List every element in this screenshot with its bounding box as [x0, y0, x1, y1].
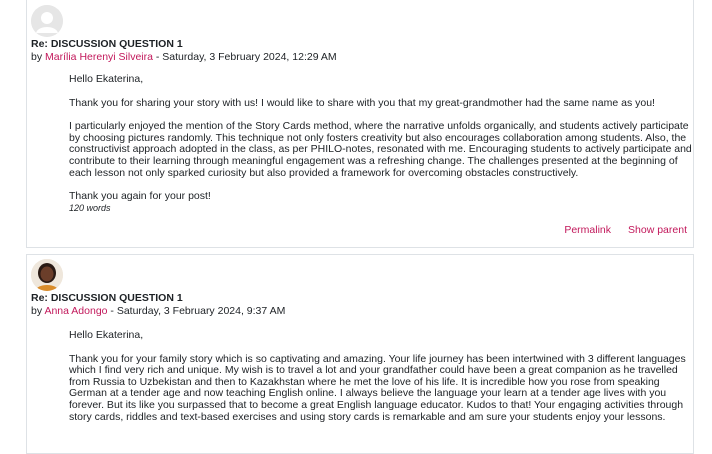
post-paragraph: Hello Ekaterina, [69, 329, 144, 341]
post-paragraph: Thank you for sharing your story with us… [69, 96, 655, 109]
user-photo-icon [31, 259, 63, 291]
post-paragraph: Hello Ekaterina, [69, 73, 144, 85]
byline-prefix: by [31, 51, 46, 63]
avatar[interactable] [31, 5, 63, 37]
post-content: Hello Ekaterina, Thank you for your fami… [69, 329, 697, 435]
post-subject: Re: DISCUSSION QUESTION 1 [31, 38, 183, 50]
permalink-link[interactable]: Permalink [564, 224, 611, 236]
post-date: - Saturday, 3 February 2024, 12:29 AM [152, 51, 337, 63]
author-link[interactable]: Anna Adongo [44, 305, 107, 317]
post-subject: Re: DISCUSSION QUESTION 1 [31, 292, 183, 304]
word-count: 120 words [69, 202, 111, 213]
post-actions: Permalink Show parent [547, 224, 687, 236]
post-content: Hello Ekaterina, Thank you for sharing y… [69, 73, 697, 214]
post-byline: by Anna Adongo - Saturday, 3 February 20… [31, 305, 285, 318]
default-user-icon [31, 5, 63, 37]
post-paragraph: Thank you again for your post! [69, 190, 211, 203]
avatar[interactable] [31, 259, 63, 291]
forum-post: Re: DISCUSSION QUESTION 1 by Marília Her… [26, 0, 694, 248]
byline-prefix: by [31, 305, 45, 317]
post-byline: by Marília Herenyi Silveira - Saturday, … [31, 51, 337, 64]
show-parent-link[interactable]: Show parent [628, 224, 687, 236]
post-paragraph: Thank you for your family story which is… [69, 352, 686, 423]
forum-post: Re: DISCUSSION QUESTION 1 by Anna Adongo… [26, 254, 694, 454]
author-link[interactable]: Marília Herenyi Silveira [45, 51, 153, 63]
post-paragraph: I particularly enjoyed the mention of th… [69, 120, 692, 179]
post-date: - Saturday, 3 February 2024, 9:37 AM [107, 305, 286, 317]
